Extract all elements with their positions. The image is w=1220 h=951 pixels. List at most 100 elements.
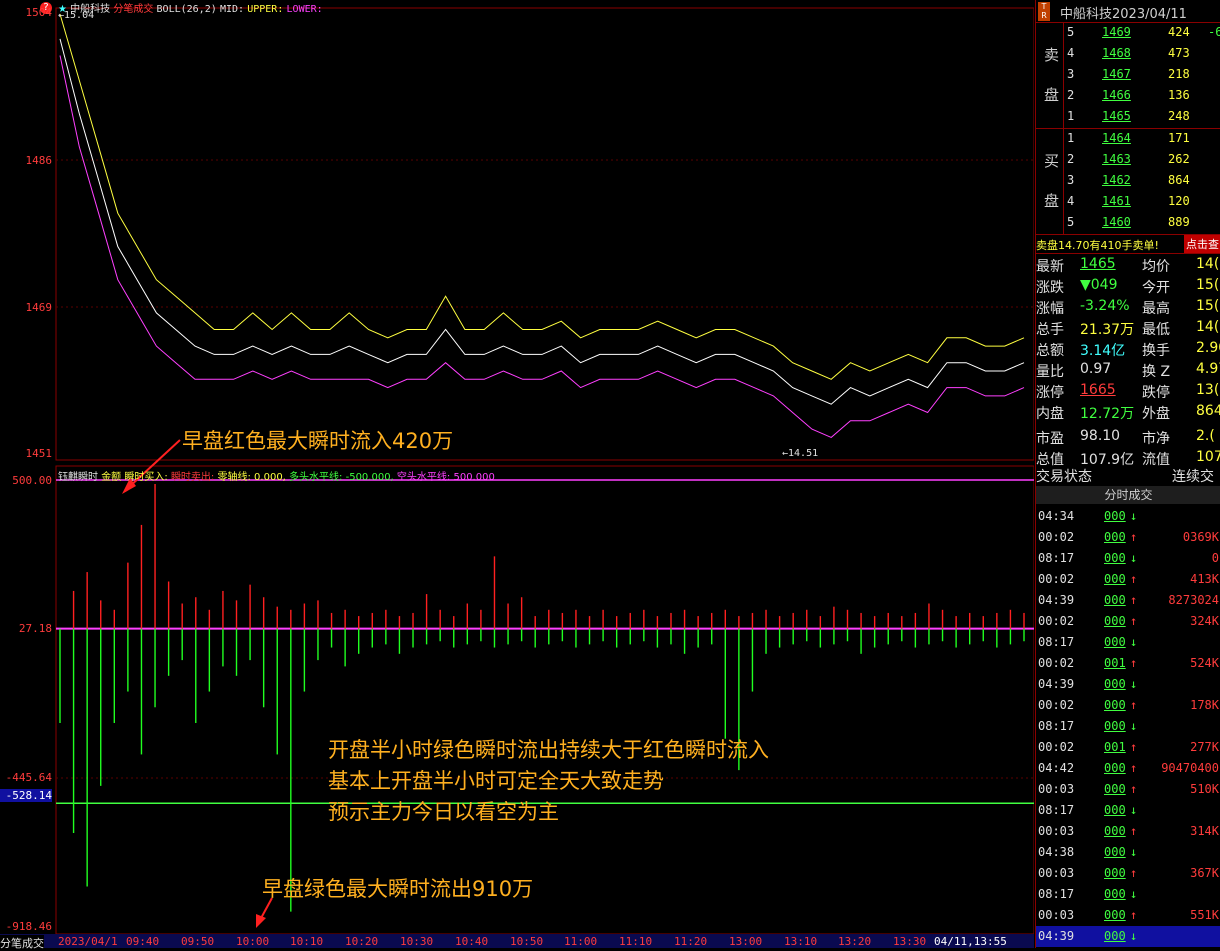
book-price: 1461 (1102, 194, 1131, 208)
tick-t: 04:39 (1038, 593, 1075, 607)
tick-d: ↑ (1130, 824, 1138, 838)
tick-row[interactable]: 04:34 000 ↓ (1036, 506, 1220, 527)
indicator-axis-label: 500.00 (12, 474, 52, 487)
tick-row[interactable]: 04:38 000 ↓ (1036, 842, 1220, 863)
tick-t: 00:02 (1038, 698, 1075, 712)
time-tick-label: 09:40 (126, 935, 160, 948)
indicator-axis-label: 27.18 (18, 622, 52, 635)
trade-status-row: 交易状态 连续交 (1036, 465, 1220, 485)
tick-row[interactable]: 08:17 000 ↓ (1036, 884, 1220, 905)
tick-row[interactable]: 08:17 000 ↓ (1036, 800, 1220, 821)
stat-l2: 换 Z (1142, 364, 1171, 380)
stat-l1: 最新 (1036, 259, 1064, 275)
time-tick-label: 11:10 (619, 935, 653, 948)
tick-d: ↑ (1130, 782, 1138, 796)
tick-row[interactable]: 00:02 000 ↑ 178K (1036, 695, 1220, 716)
indicator-header: 钰麒瞬时 金额 瞬时买入: 瞬时卖出: 零轴线: 0.000, 多头水平线: -… (58, 468, 495, 483)
tick-t: 00:02 (1038, 656, 1075, 670)
price-axis-label: 1451 (25, 447, 53, 460)
tick-x: 510K (1190, 782, 1219, 796)
bid-level-row[interactable]: 3 1462 864 (1036, 170, 1220, 191)
bid-level-row[interactable]: 4 1461 120 (1036, 191, 1220, 212)
notice-button[interactable]: 点击查 (1184, 235, 1220, 253)
tick-d: ↓ (1130, 929, 1138, 943)
book-vol: 473 (1168, 46, 1190, 60)
time-date-start: 2023/04/1 (58, 935, 118, 948)
time-tick-label: 10:20 (345, 935, 379, 948)
book-lvl: 5 (1067, 215, 1075, 229)
book-price: 1464 (1102, 131, 1131, 145)
mode-label[interactable]: 分笔成交 (113, 4, 153, 15)
stat-l1: 量比 (1036, 364, 1064, 380)
book-vol: 171 (1168, 131, 1190, 145)
tick-t: 00:02 (1038, 614, 1075, 628)
tick-row[interactable]: 04:39 000 ↓ (1036, 926, 1220, 947)
bid-level-row[interactable]: 5 1460 889 (1036, 212, 1220, 233)
stat-l2: 今开 (1142, 280, 1170, 296)
tick-row[interactable]: 04:39 000 ↓ (1036, 674, 1220, 695)
tick-row[interactable]: 00:02 000 ↑ 413K (1036, 569, 1220, 590)
tick-t: 04:39 (1038, 929, 1075, 943)
time-tick-label: 10:30 (400, 935, 434, 948)
annotation-bottom: 早盘绿色最大瞬时流出910万 (262, 877, 534, 901)
tick-trade-tab[interactable]: 分笔成交 (0, 935, 44, 951)
tick-d: ↑ (1130, 908, 1138, 922)
tick-row[interactable]: 04:42 000 ↑ 90470400 (1036, 758, 1220, 779)
tick-row[interactable]: 04:39 000 ↑ 8273024 (1036, 590, 1220, 611)
tick-row[interactable]: 00:03 000 ↑ 314K (1036, 821, 1220, 842)
indicator-param-b: 瞬时买入: (124, 472, 168, 483)
tick-row[interactable]: 08:17 000 ↓ 0 (1036, 548, 1220, 569)
tick-row[interactable]: 00:03 000 ↑ 510K (1036, 779, 1220, 800)
ask-level-row[interactable]: 5 1469 424 -6 (1036, 22, 1220, 43)
tick-t: 00:02 (1038, 740, 1075, 754)
tick-row[interactable]: 00:03 000 ↑ 551K (1036, 905, 1220, 926)
book-vol: 248 (1168, 109, 1190, 123)
tick-row[interactable]: 00:02 001 ↑ 524K (1036, 653, 1220, 674)
tick-row[interactable]: 08:17 000 ↓ (1036, 632, 1220, 653)
book-lvl: 2 (1067, 152, 1075, 166)
time-date-end: 04/11,13:55 (934, 935, 1007, 948)
price-axis-label: 1486 (25, 154, 53, 167)
tick-d: ↑ (1130, 572, 1138, 586)
bid-level-row[interactable]: 2 1463 262 (1036, 149, 1220, 170)
tr-badge[interactable]: T R (1038, 2, 1050, 21)
tick-row[interactable]: 08:17 000 ↓ (1036, 716, 1220, 737)
tick-v: 000 (1104, 782, 1126, 796)
time-tick-label: 10:50 (510, 935, 544, 948)
tick-row[interactable]: 00:03 000 ↑ 367K (1036, 863, 1220, 884)
ask-level-row[interactable]: 3 1467 218 (1036, 64, 1220, 85)
tick-v: 001 (1104, 656, 1126, 670)
ask-level-row[interactable]: 4 1468 473 (1036, 43, 1220, 64)
ticks-header[interactable]: 分时成交 (1036, 486, 1220, 504)
time-tick-label: 13:00 (729, 935, 763, 948)
indicator-param-a: 金额 (101, 472, 122, 483)
stat-v1: 1665 (1080, 382, 1116, 398)
stat-v1: 98.10 (1080, 428, 1121, 444)
indicator-axis-label: -918.46 (5, 920, 52, 933)
ask-level-row[interactable]: 1 1465 248 (1036, 106, 1220, 127)
tick-v: 001 (1104, 740, 1126, 754)
tick-t: 04:42 (1038, 761, 1075, 775)
tick-row[interactable]: 00:02 001 ↑ 277K (1036, 737, 1220, 758)
book-vol: 262 (1168, 152, 1190, 166)
price-axis-label: 1504 (25, 6, 53, 19)
tick-d: ↑ (1130, 614, 1138, 628)
book-lvl: 3 (1067, 67, 1075, 81)
tick-row[interactable]: 00:02 000 ↑ 324K (1036, 611, 1220, 632)
bid-level-row[interactable]: 1 1464 171 (1036, 128, 1220, 149)
ask-level-row[interactable]: 2 1466 136 (1036, 85, 1220, 106)
indicator-name[interactable]: 钰麒瞬时 (58, 472, 98, 483)
time-tick-label: 10:10 (290, 935, 324, 948)
tick-x: 8273024 (1168, 593, 1219, 607)
tick-v: 000 (1104, 824, 1126, 838)
tick-row[interactable]: 00:02 000 ↑ 0369K (1036, 527, 1220, 548)
tick-d: ↓ (1130, 677, 1138, 691)
tick-v: 000 (1104, 761, 1126, 775)
tick-d: ↑ (1130, 656, 1138, 670)
annotation-middle-3: 预示主力今日以看空为主 (328, 800, 559, 824)
book-vol: 424 (1168, 25, 1190, 39)
tick-t: 00:02 (1038, 530, 1075, 544)
time-tick-label: 11:20 (674, 935, 708, 948)
stat-l1: 涨幅 (1036, 301, 1064, 317)
price-series-mid (59, 38, 1025, 405)
